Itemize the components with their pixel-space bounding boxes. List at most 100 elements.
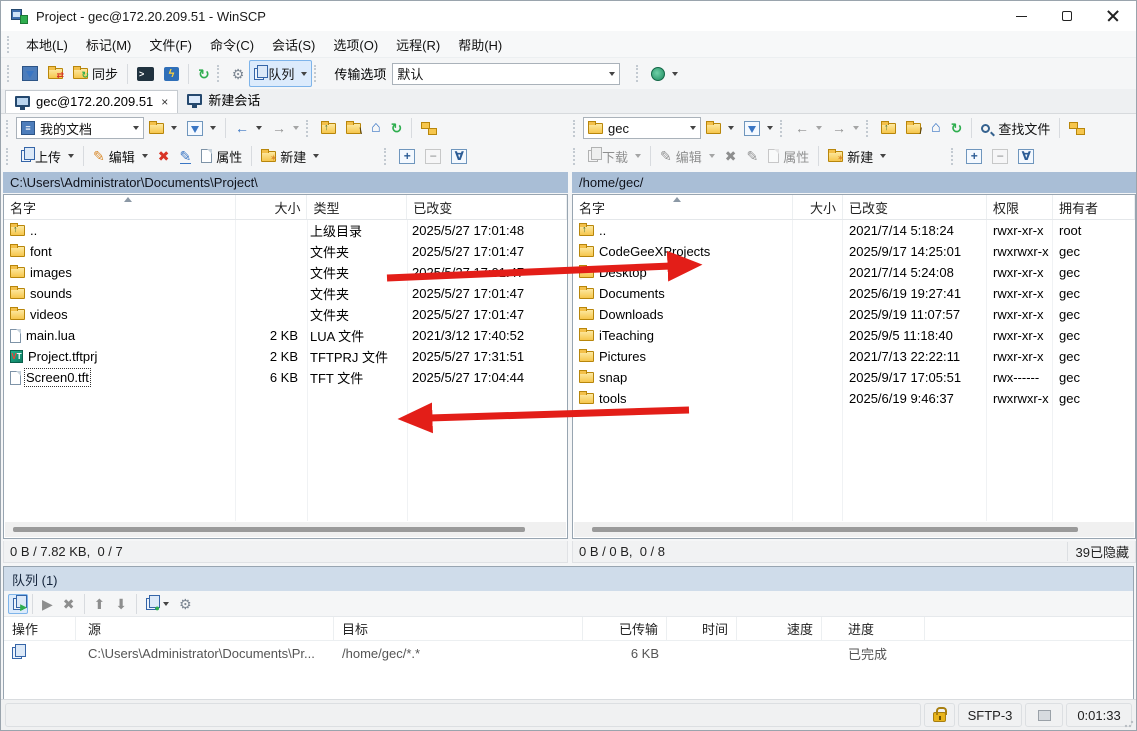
queue-operations-button[interactable]: ● <box>141 594 174 614</box>
scrollbar-thumb[interactable] <box>13 527 525 532</box>
remote-root-dir-button[interactable]: / <box>901 119 926 138</box>
queue-move-up-button[interactable]: ⬆ <box>89 593 111 615</box>
swap-panels-button[interactable]: ⇄ <box>43 64 68 83</box>
tab-close-icon[interactable]: × <box>161 95 168 109</box>
local-path-bar[interactable]: C:\Users\Administrator\Documents\Project… <box>3 172 568 193</box>
file-row[interactable]: Project.tftprj 2 KB TFTPRJ 文件 2025/5/27 … <box>4 346 567 367</box>
remote-unselect-button[interactable]: − <box>987 145 1013 168</box>
file-row[interactable]: CodeGeeXProjects 2025/9/17 14:25:01 rwxr… <box>573 241 1135 262</box>
file-row[interactable]: font 文件夹 2025/5/27 17:01:47 <box>4 241 567 262</box>
local-back-button[interactable]: ← <box>230 117 267 139</box>
menu-local[interactable]: 本地(L) <box>17 31 77 58</box>
remote-forward-button[interactable]: → <box>827 117 864 139</box>
local-horizontal-scrollbar[interactable] <box>5 522 566 537</box>
remote-new-button[interactable]: ✶新建 <box>823 143 891 170</box>
local-select-button[interactable]: + <box>394 145 420 168</box>
file-row[interactable]: main.lua 2 KB LUA 文件 2021/3/12 17:40:52 <box>4 325 567 346</box>
scrollbar-thumb[interactable] <box>592 527 1078 532</box>
queue-move-down-button[interactable]: ⬇ <box>110 593 132 615</box>
menu-options[interactable]: 选项(O) <box>324 31 387 58</box>
remote-rename-button[interactable]: ✎ <box>742 145 764 167</box>
remote-invert-selection-button[interactable]: ∀ <box>1013 145 1039 168</box>
file-row[interactable]: Documents 2025/6/19 19:27:41 rwxr-xr-x g… <box>573 283 1135 304</box>
col-header-progress[interactable]: 进度 <box>822 617 925 640</box>
menu-help[interactable]: 帮助(H) <box>449 31 511 58</box>
remote-horizontal-scrollbar[interactable] <box>574 522 1134 537</box>
maximize-button[interactable] <box>1044 1 1090 31</box>
col-header-changed[interactable]: 已改变 <box>407 195 567 219</box>
file-row[interactable]: Pictures 2021/7/13 22:22:11 rwxr-xr-x ge… <box>573 346 1135 367</box>
remote-home-dir-button[interactable]: ⌂ <box>926 116 946 140</box>
col-header-perms[interactable]: 权限 <box>987 195 1053 219</box>
remote-filter-button[interactable] <box>739 117 778 140</box>
local-unselect-button[interactable]: − <box>420 145 446 168</box>
local-refresh-button[interactable]: ↻ <box>386 117 408 139</box>
col-header-time[interactable]: 时间 <box>667 617 737 640</box>
col-header-source[interactable]: 源 <box>76 617 334 640</box>
file-row-focused[interactable]: Screen0.tft 6 KB TFT 文件 2025/5/27 17:04:… <box>4 367 567 388</box>
upload-button[interactable]: 上传 <box>16 143 79 170</box>
queue-row[interactable]: C:\Users\Administrator\Documents\Pr... /… <box>4 641 1133 665</box>
menu-file[interactable]: 文件(F) <box>140 31 201 58</box>
local-root-dir-button[interactable]: \ <box>341 119 366 138</box>
refresh-session-button[interactable]: ↻ <box>193 63 215 85</box>
local-delete-button[interactable]: ✖ <box>153 145 175 167</box>
col-header-size[interactable]: 大小 <box>793 195 843 219</box>
remote-tree-button[interactable] <box>1064 118 1090 139</box>
remote-refresh-button[interactable]: ↻ <box>946 117 968 139</box>
queue-show-button[interactable]: ▶ <box>8 594 28 614</box>
file-row[interactable]: .. 2021/7/14 5:18:24 rwxr-xr-x root <box>573 220 1135 241</box>
minimize-button[interactable] <box>998 1 1044 31</box>
menu-mark[interactable]: 标记(M) <box>77 31 141 58</box>
file-row[interactable]: Downloads 2025/9/19 11:07:57 rwxr-xr-x g… <box>573 304 1135 325</box>
menu-remote[interactable]: 远程(R) <box>387 31 449 58</box>
col-header-transferred[interactable]: 已传输 <box>583 617 667 640</box>
file-row[interactable]: snap 2025/9/17 17:05:51 rwx------ gec <box>573 367 1135 388</box>
local-forward-button[interactable]: → <box>267 117 304 139</box>
file-row[interactable]: videos 文件夹 2025/5/27 17:01:47 <box>4 304 567 325</box>
file-row[interactable]: Desktop 2021/7/14 5:24:08 rwxr-xr-x gec <box>573 262 1135 283</box>
file-row[interactable]: iTeaching 2025/9/5 11:18:40 rwxr-xr-x ge… <box>573 325 1135 346</box>
queue-preferences-button[interactable]: ⚙ <box>174 593 197 615</box>
col-header-changed[interactable]: 已改变 <box>843 195 987 219</box>
file-row[interactable]: .. 上级目录 2025/5/27 17:01:48 <box>4 220 567 241</box>
tab-new-session[interactable]: 新建会话 <box>178 87 269 113</box>
find-files-button[interactable]: 查找文件 <box>976 115 1055 142</box>
local-rename-button[interactable]: ✎ <box>175 145 197 168</box>
commander-view-button[interactable] <box>17 62 43 85</box>
encryption-segment[interactable] <box>924 703 955 727</box>
remote-drive-combo[interactable]: gec <box>583 117 701 139</box>
remote-open-dir-button[interactable] <box>701 119 739 138</box>
col-header-target[interactable]: 目标 <box>334 617 583 640</box>
tab-session[interactable]: gec@172.20.209.51 × <box>5 90 178 113</box>
local-open-dir-button[interactable] <box>144 119 182 138</box>
file-row[interactable]: tools 2025/6/19 9:46:37 rwxrwxr-x gec <box>573 388 1135 409</box>
preferences-button[interactable]: ⚙ <box>227 63 250 85</box>
synchronize-button[interactable]: ↻同步 <box>68 60 123 87</box>
download-button[interactable]: 下载 <box>583 143 646 170</box>
explorer-button[interactable] <box>646 63 683 85</box>
menu-session[interactable]: 会话(S) <box>263 31 324 58</box>
remote-parent-dir-button[interactable] <box>876 119 901 138</box>
col-header-type[interactable]: 类型 <box>307 195 407 219</box>
remote-delete-button[interactable]: ✖ <box>720 145 742 167</box>
local-parent-dir-button[interactable] <box>316 119 341 138</box>
col-header-speed[interactable]: 速度 <box>737 617 822 640</box>
queue-toggle-button[interactable]: 队列 <box>249 60 312 87</box>
file-row[interactable]: sounds 文件夹 2025/5/27 17:01:47 <box>4 283 567 304</box>
queue-delete-button[interactable]: ✖ <box>58 593 80 615</box>
protocol-segment[interactable]: SFTP-3 <box>958 703 1022 727</box>
col-header-name[interactable]: 名字 <box>4 195 236 219</box>
remote-edit-button[interactable]: ✎编辑 <box>655 143 720 170</box>
close-button[interactable] <box>1090 1 1136 31</box>
local-new-button[interactable]: ✶新建 <box>256 143 324 170</box>
local-tree-button[interactable] <box>416 118 442 139</box>
local-home-dir-button[interactable]: ⌂ <box>366 116 386 140</box>
local-properties-button[interactable]: 属性 <box>196 143 247 170</box>
queue-resume-button[interactable]: ▶ <box>37 593 58 615</box>
menu-command[interactable]: 命令(C) <box>201 31 263 58</box>
local-edit-button[interactable]: ✎编辑 <box>88 143 153 170</box>
col-header-name[interactable]: 名字 <box>573 195 793 219</box>
remote-path-bar[interactable]: /home/gec/ <box>572 172 1136 193</box>
open-console-button[interactable]: > <box>132 63 159 85</box>
